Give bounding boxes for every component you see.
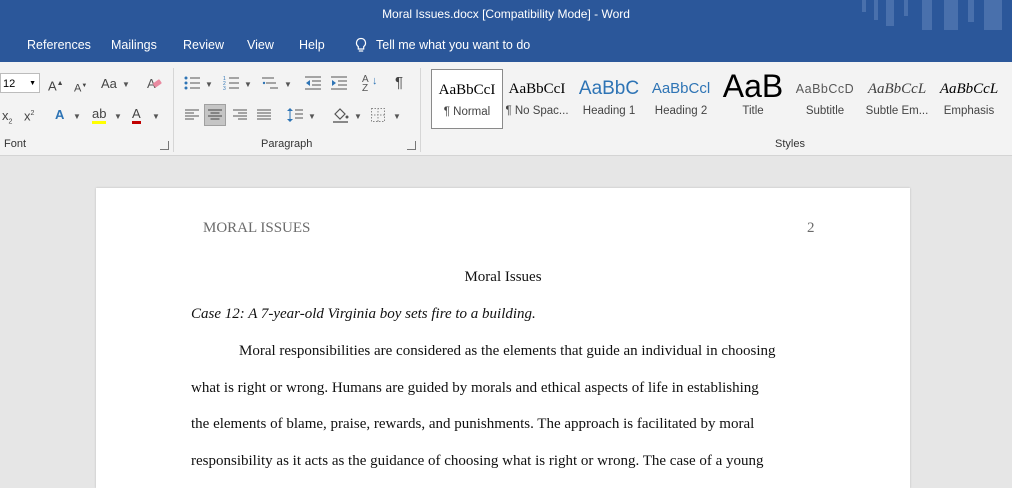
borders-dropdown-icon[interactable]: ▼ bbox=[393, 112, 401, 121]
style-title[interactable]: AaB Title bbox=[717, 69, 789, 129]
lightbulb-icon bbox=[355, 37, 367, 52]
style-preview: AaBbCcl bbox=[651, 80, 711, 97]
document-title: Moral Issues bbox=[464, 269, 542, 285]
bullets-icon[interactable] bbox=[184, 76, 200, 90]
body-line: Moral responsibilities are considered as… bbox=[239, 343, 776, 359]
align-right-icon[interactable] bbox=[233, 109, 247, 121]
svg-text:3: 3 bbox=[223, 86, 226, 90]
style-heading-1[interactable]: AaBbC Heading 1 bbox=[573, 69, 645, 129]
multilevel-list-dropdown-icon[interactable]: ▼ bbox=[284, 80, 292, 89]
tab-mailings[interactable]: Mailings bbox=[111, 38, 157, 52]
style-preview: AaBbCcL bbox=[939, 81, 999, 97]
paragraph-dialog-launcher-icon[interactable] bbox=[407, 141, 416, 150]
paragraph-group-label: Paragraph bbox=[261, 138, 313, 150]
document-page[interactable]: MORAL ISSUES 2 Moral Issues Case 12: A 7… bbox=[96, 188, 910, 488]
multilevel-list-icon[interactable] bbox=[262, 76, 280, 90]
style-name: Subtle Em... bbox=[865, 105, 929, 117]
font-color-dropdown-icon[interactable]: ▼ bbox=[152, 112, 160, 121]
styles-group-label: Styles bbox=[775, 138, 805, 150]
justify-icon[interactable] bbox=[257, 109, 271, 121]
style-name: Heading 2 bbox=[654, 105, 708, 117]
tab-view[interactable]: View bbox=[247, 38, 274, 52]
style-preview: AaBbC bbox=[578, 78, 640, 99]
shading-dropdown-icon[interactable]: ▼ bbox=[354, 112, 362, 121]
styles-gallery: AaBbCcI ¶ Normal AaBbCcI ¶ No Spac... Aa… bbox=[428, 67, 1012, 129]
change-case-dropdown-icon[interactable]: ▼ bbox=[122, 80, 130, 89]
style-normal[interactable]: AaBbCcI ¶ Normal bbox=[431, 69, 503, 129]
align-center-button[interactable] bbox=[204, 104, 226, 126]
document-canvas: MORAL ISSUES 2 Moral Issues Case 12: A 7… bbox=[0, 156, 1012, 488]
numbering-icon[interactable]: 123 bbox=[223, 76, 239, 90]
page-number: 2 bbox=[807, 220, 815, 236]
sort-icon[interactable]: A Z ↓ bbox=[362, 75, 378, 94]
body-line: what is right or wrong. Humans are guide… bbox=[191, 380, 759, 396]
window-title: Moral Issues.docx [Compatibility Mode] -… bbox=[382, 7, 630, 21]
subscript-icon[interactable]: x2 bbox=[2, 108, 12, 131]
text-effects-dropdown-icon[interactable]: ▼ bbox=[73, 112, 81, 121]
increase-indent-icon[interactable] bbox=[331, 76, 347, 90]
style-preview: AaB bbox=[722, 69, 784, 104]
group-separator bbox=[420, 68, 421, 152]
grow-font-icon[interactable]: A▲ bbox=[48, 76, 64, 94]
tell-me-box[interactable]: Tell me what you want to do bbox=[354, 37, 530, 53]
body-line: the elements of blame, praise, rewards, … bbox=[191, 416, 755, 432]
group-separator bbox=[173, 68, 174, 152]
tab-help[interactable]: Help bbox=[299, 38, 325, 52]
style-name: ¶ Normal bbox=[443, 106, 491, 118]
align-left-icon[interactable] bbox=[185, 109, 199, 121]
font-size-box[interactable]: 12 ▼ bbox=[0, 73, 40, 93]
title-bar-decoration bbox=[852, 0, 1012, 30]
font-color-icon[interactable]: A bbox=[132, 106, 141, 124]
style-subtitle[interactable]: AaBbCcD Subtitle bbox=[789, 69, 861, 129]
line-spacing-icon[interactable] bbox=[287, 107, 303, 123]
style-preview: AaBbCcI bbox=[438, 82, 496, 98]
style-name: Subtitle bbox=[805, 105, 845, 117]
style-emphasis[interactable]: AaBbCcL Emphasis bbox=[933, 69, 1005, 129]
tab-references[interactable]: References bbox=[27, 38, 91, 52]
align-center-icon bbox=[208, 109, 222, 120]
pilcrow-icon[interactable]: ¶ bbox=[395, 75, 403, 91]
borders-icon[interactable] bbox=[371, 108, 385, 122]
highlight-icon[interactable]: ab bbox=[92, 106, 107, 124]
change-case-icon[interactable]: Aa bbox=[101, 76, 117, 92]
case-heading: Case 12: A 7-year-old Virginia boy sets … bbox=[191, 306, 536, 322]
tell-me-text: Tell me what you want to do bbox=[376, 38, 531, 52]
line-spacing-dropdown-icon[interactable]: ▼ bbox=[308, 112, 316, 121]
style-name: ¶ No Spac... bbox=[505, 105, 569, 117]
body-line: responsibility as it acts as the guidanc… bbox=[191, 453, 764, 469]
running-header: MORAL ISSUES bbox=[203, 220, 311, 236]
ribbon-tabs: References Mailings Review View Help Tel… bbox=[0, 30, 1012, 62]
title-bar: Moral Issues.docx [Compatibility Mode] -… bbox=[0, 0, 1012, 30]
text-effects-icon[interactable]: A bbox=[55, 107, 64, 123]
style-preview: AaBbCcI bbox=[508, 81, 566, 97]
style-no-spacing[interactable]: AaBbCcI ¶ No Spac... bbox=[501, 69, 573, 129]
shrink-font-icon[interactable]: A▼ bbox=[74, 78, 87, 97]
style-name: Heading 1 bbox=[582, 105, 636, 117]
style-name: Title bbox=[742, 105, 764, 117]
style-preview: AaBbCcD bbox=[795, 82, 855, 96]
style-name: Emphasis bbox=[943, 105, 995, 117]
style-subtle-emphasis[interactable]: AaBbCcL Subtle Em... bbox=[861, 69, 933, 129]
style-preview: AaBbCcL bbox=[867, 81, 927, 97]
font-group-label: Font bbox=[4, 138, 27, 150]
style-heading-2[interactable]: AaBbCcl Heading 2 bbox=[645, 69, 717, 129]
shading-icon[interactable] bbox=[332, 107, 350, 123]
bullets-dropdown-icon[interactable]: ▼ bbox=[205, 80, 213, 89]
superscript-icon[interactable]: x2 bbox=[24, 106, 34, 124]
decrease-indent-icon[interactable] bbox=[305, 76, 321, 90]
tab-review[interactable]: Review bbox=[183, 38, 224, 52]
highlight-dropdown-icon[interactable]: ▼ bbox=[114, 112, 122, 121]
font-dialog-launcher-icon[interactable] bbox=[160, 141, 169, 150]
numbering-dropdown-icon[interactable]: ▼ bbox=[244, 80, 252, 89]
ribbon: 12 ▼ A▲ A▼ Aa ▼ A x2 x2 A ▼ ab ▼ A ▼ Fon… bbox=[0, 62, 1012, 156]
font-size-dropdown-icon[interactable]: ▼ bbox=[29, 74, 36, 94]
font-size-value: 12 bbox=[3, 78, 16, 90]
clear-formatting-icon[interactable]: A bbox=[146, 75, 162, 91]
